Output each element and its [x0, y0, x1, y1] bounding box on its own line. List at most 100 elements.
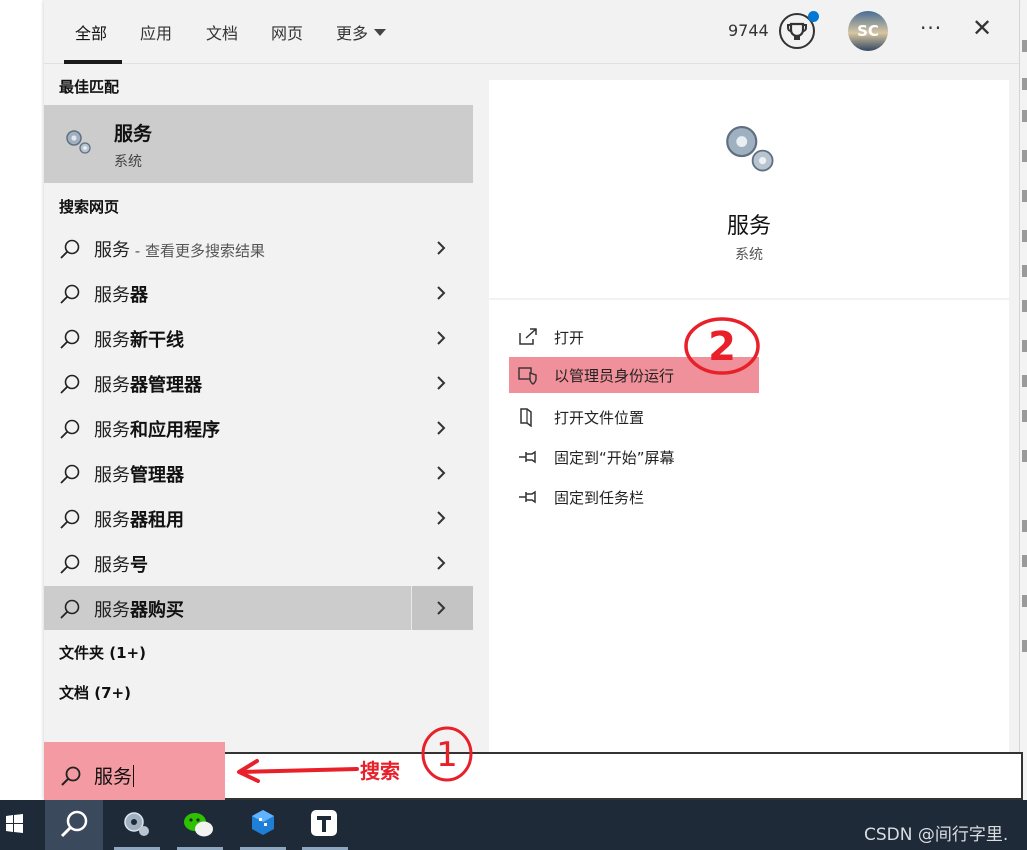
category-documents[interactable]: 文档 (7+) — [59, 682, 131, 703]
search-icon — [61, 766, 81, 786]
web-search-result[interactable]: 服务器管理器 — [44, 361, 473, 405]
web-search-label: 服务管理器 — [94, 461, 184, 487]
web-search-result[interactable]: 服务器租用 — [44, 496, 473, 540]
best-match-heading: 最佳匹配 — [59, 78, 120, 96]
gears-icon — [66, 130, 91, 154]
annotation-search-label: 搜索 — [360, 759, 400, 783]
best-match-subtitle: 系统 — [114, 154, 142, 170]
taskbar-wechat[interactable] — [171, 800, 229, 850]
tab-documents[interactable]: 文档 — [206, 20, 238, 44]
web-search-label: 服务新干线 — [94, 326, 184, 352]
web-search-label: 服务 - 查看更多搜索结果 — [94, 236, 265, 262]
search-icon — [60, 374, 80, 394]
query-prefix: 服务 — [94, 240, 130, 261]
detail-title: 服务 — [726, 214, 771, 239]
web-search-result[interactable]: 服务号 — [44, 541, 473, 585]
query-suggestion: 管理器 — [130, 465, 184, 486]
web-search-label: 服务器 — [94, 281, 148, 307]
query-prefix: 服务 — [94, 285, 130, 306]
action-label: 打开 — [554, 329, 585, 347]
annotation-step-1-number: 1 — [436, 735, 458, 775]
chevron-right-icon[interactable] — [434, 551, 448, 575]
gears-icon — [726, 125, 774, 172]
query-prefix: 服务 — [94, 375, 130, 396]
web-search-label: 服务器租用 — [94, 506, 184, 532]
web-search-heading: 搜索网页 — [59, 198, 120, 216]
search-scope-bar: 全部 应用 文档 网页 更多 9744 SC ··· ✕ — [44, 0, 1019, 64]
query-suggestion: 和应用程序 — [130, 420, 220, 441]
notification-dot — [808, 11, 819, 22]
query-hint: - 查看更多搜索结果 — [130, 242, 265, 260]
query-prefix: 服务 — [94, 420, 130, 441]
query-suggestion: 号 — [130, 555, 148, 576]
action-pin-to-taskbar[interactable]: 固定到任务栏 — [509, 479, 759, 515]
search-icon — [60, 509, 80, 529]
pin-icon — [519, 450, 536, 464]
tab-all[interactable]: 全部 — [75, 20, 107, 44]
pin-icon — [519, 490, 536, 504]
web-search-result[interactable]: 服务 - 查看更多搜索结果 — [44, 226, 473, 270]
close-icon[interactable]: ✕ — [972, 14, 992, 42]
detail-subtitle: 系统 — [735, 247, 763, 263]
tab-apps[interactable]: 应用 — [140, 20, 172, 44]
taskbar-search-button[interactable] — [45, 800, 103, 850]
query-prefix: 服务 — [94, 600, 130, 621]
avatar[interactable]: SC — [848, 11, 888, 51]
chevron-right-icon[interactable] — [434, 326, 448, 350]
action-label: 固定到任务栏 — [554, 489, 645, 507]
shield-icon — [518, 367, 537, 385]
best-match-item[interactable]: 服务 系统 — [44, 105, 473, 183]
taskbar-typora[interactable] — [296, 800, 354, 850]
query-suggestion: 器租用 — [130, 510, 184, 531]
more-options-icon[interactable]: ··· — [920, 16, 942, 40]
search-icon — [60, 239, 80, 259]
search-input[interactable]: 服务 — [94, 762, 135, 789]
search-icon — [60, 464, 80, 484]
detail-pane: 服务 系统 打开 以管理员身份运行 打开文件位置 固定到“开始”屏幕 固定到任务… — [489, 80, 1009, 760]
chevron-right-icon[interactable] — [434, 506, 448, 530]
query-suggestion: 器购买 — [130, 600, 184, 621]
action-label: 固定到“开始”屏幕 — [554, 449, 675, 467]
chevron-right-icon[interactable] — [434, 461, 448, 485]
action-label: 打开文件位置 — [554, 409, 645, 427]
web-search-label: 服务和应用程序 — [94, 416, 220, 442]
web-search-result[interactable]: 服务器 — [44, 271, 473, 315]
detail-header: 服务 系统 — [489, 80, 1009, 300]
chevron-right-icon[interactable] — [434, 596, 448, 620]
search-icon — [60, 599, 80, 619]
web-search-result[interactable]: 服务新干线 — [44, 316, 473, 360]
taskbar-settings[interactable] — [108, 800, 166, 850]
query-prefix: 服务 — [94, 555, 130, 576]
web-search-result[interactable]: 服务器购买 — [44, 586, 473, 630]
action-label: 以管理员身份运行 — [554, 367, 675, 385]
category-folders[interactable]: 文件夹 (1+) — [59, 642, 146, 663]
tab-more-label: 更多 — [336, 24, 369, 43]
cube-app-icon — [252, 810, 274, 835]
chevron-right-icon[interactable] — [434, 236, 448, 260]
web-search-label: 服务器购买 — [94, 596, 184, 622]
annotation-step-1: 1 — [421, 726, 473, 782]
web-search-result[interactable]: 服务和应用程序 — [44, 406, 473, 450]
search-icon — [60, 329, 80, 349]
best-match-title: 服务 — [114, 123, 153, 145]
chevron-right-icon[interactable] — [434, 371, 448, 395]
tab-more[interactable]: 更多 — [336, 20, 387, 44]
tab-web[interactable]: 网页 — [271, 20, 303, 44]
web-search-label: 服务器管理器 — [94, 371, 202, 397]
annotation-step-2-number: 2 — [708, 324, 736, 370]
typora-icon — [311, 810, 337, 836]
web-search-result[interactable]: 服务管理器 — [44, 451, 473, 495]
wechat-icon — [184, 813, 213, 837]
taskbar-cube-app[interactable] — [234, 800, 292, 850]
action-pin-to-start[interactable]: 固定到“开始”屏幕 — [509, 439, 759, 475]
chevron-right-icon[interactable] — [434, 416, 448, 440]
rewards-points: 9744 — [728, 21, 769, 40]
action-open-file-location[interactable]: 打开文件位置 — [509, 399, 759, 435]
chevron-right-icon[interactable] — [434, 281, 448, 305]
folder-location-icon — [520, 408, 532, 427]
search-icon — [60, 284, 80, 304]
search-icon — [60, 419, 80, 439]
desktop-background — [0, 0, 44, 800]
query-suggestion: 新干线 — [130, 330, 184, 351]
query-suggestion: 器 — [130, 285, 148, 306]
